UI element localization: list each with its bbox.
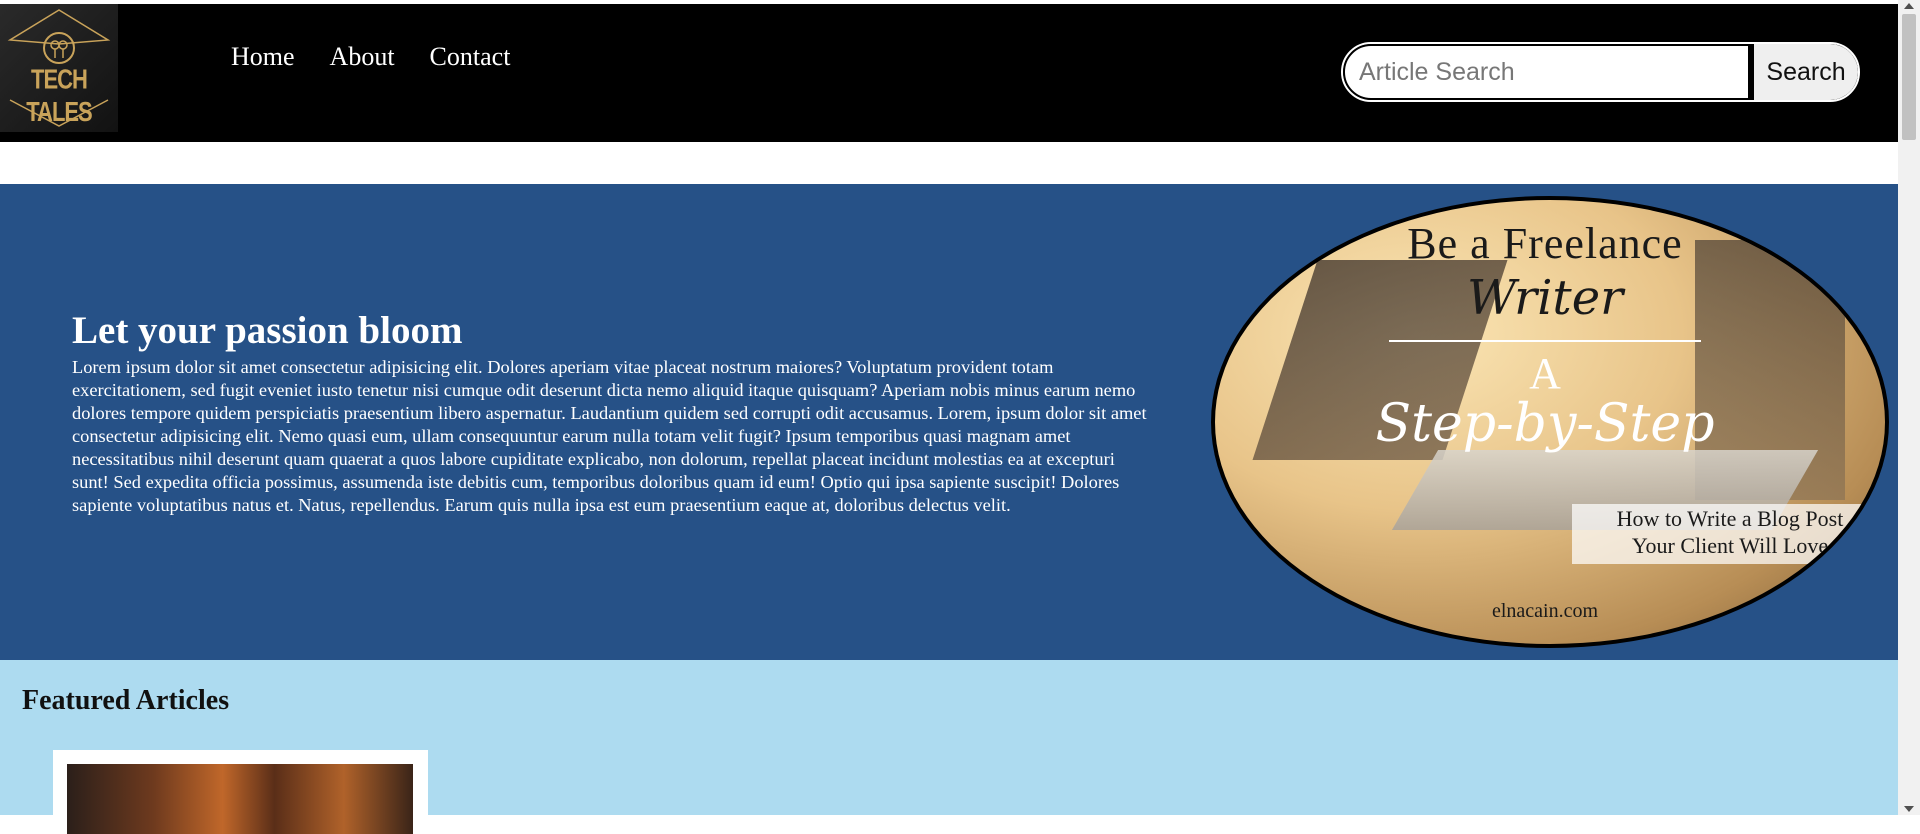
- nav-link-home[interactable]: Home: [231, 42, 295, 72]
- image-caption-line2: Your Client Will Love: [1631, 533, 1829, 558]
- logo-text: TECH TALES: [26, 63, 92, 128]
- image-title-line1: Be a Freelance: [1407, 219, 1683, 268]
- featured-title: Featured Articles: [22, 685, 230, 716]
- hero-text: Lorem ipsum dolor sit amet consectetur a…: [72, 357, 1147, 515]
- scroll-down-icon[interactable]: [1904, 806, 1914, 812]
- hero-section: Let your passion bloom Lorem ipsum dolor…: [0, 184, 1898, 660]
- image-title-line4: Step-by-Step: [1375, 394, 1715, 454]
- article-card[interactable]: [53, 750, 428, 834]
- navbar: TECH TALES Home About Contact Search: [0, 4, 1898, 142]
- search-input[interactable]: [1343, 44, 1750, 100]
- search-form: Search: [1341, 42, 1860, 102]
- site-logo[interactable]: TECH TALES: [0, 4, 118, 132]
- nav-link-contact[interactable]: Contact: [430, 42, 511, 72]
- scroll-up-icon[interactable]: [1904, 3, 1914, 9]
- image-caption-line1: How to Write a Blog Post: [1616, 506, 1844, 531]
- scroll-thumb[interactable]: [1902, 14, 1916, 140]
- image-site-credit: elnacain.com: [1491, 600, 1599, 622]
- main-nav: Home About Contact: [231, 42, 510, 72]
- image-divider: [1389, 340, 1701, 342]
- featured-section: Featured Articles: [0, 660, 1898, 834]
- hero-title: Let your passion bloom: [72, 309, 463, 352]
- article-thumbnail[interactable]: [67, 764, 413, 834]
- nav-link-about[interactable]: About: [330, 42, 395, 72]
- hero-image: Be a Freelance Writer A Step-by-Step How…: [1211, 196, 1889, 648]
- search-button[interactable]: Search: [1754, 44, 1858, 100]
- vertical-scrollbar[interactable]: [1898, 0, 1920, 815]
- image-title-line3: A: [1529, 349, 1561, 398]
- image-title-line2: Writer: [1466, 270, 1624, 326]
